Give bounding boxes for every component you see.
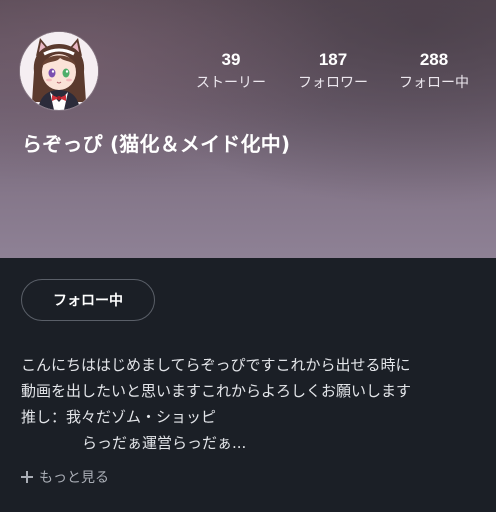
bio-line: 動画を出したいと思いますこれからよろしくお願いします — [21, 378, 481, 404]
stat-following[interactable]: 288 フォロー中 — [384, 50, 484, 92]
show-more-link[interactable]: もっと見る — [21, 467, 109, 487]
profile-header: 39 ストーリー 187 フォロワー 288 フォロー中 らぞっぴ (猫化＆メイ… — [0, 0, 496, 258]
followers-count: 187 — [283, 50, 383, 70]
display-name: らぞっぴ (猫化＆メイド化中) — [22, 128, 290, 157]
followers-label: フォロワー — [283, 74, 383, 92]
stat-stories[interactable]: 39 ストーリー — [181, 50, 281, 92]
following-label: フォロー中 — [384, 74, 484, 92]
show-more-label: もっと見る — [39, 467, 109, 487]
bio-line: こんにちははじめましてらぞっぴですこれから出せる時に — [21, 352, 481, 378]
bio-line: らっだぁ運営らっだぁ... — [21, 430, 481, 456]
stories-label: ストーリー — [181, 74, 281, 92]
bio-line: 推し：我々だゾム・ショッピ — [21, 404, 481, 430]
plus-icon — [21, 471, 33, 483]
stories-count: 39 — [181, 50, 281, 70]
following-count: 288 — [384, 50, 484, 70]
profile-stats: 39 ストーリー 187 フォロワー 288 フォロー中 — [0, 50, 496, 100]
profile-bio: こんにちははじめましてらぞっぴですこれから出せる時に 動画を出したいと思いますこ… — [21, 352, 481, 456]
following-button[interactable]: フォロー中 — [21, 279, 155, 321]
stat-followers[interactable]: 187 フォロワー — [283, 50, 383, 92]
